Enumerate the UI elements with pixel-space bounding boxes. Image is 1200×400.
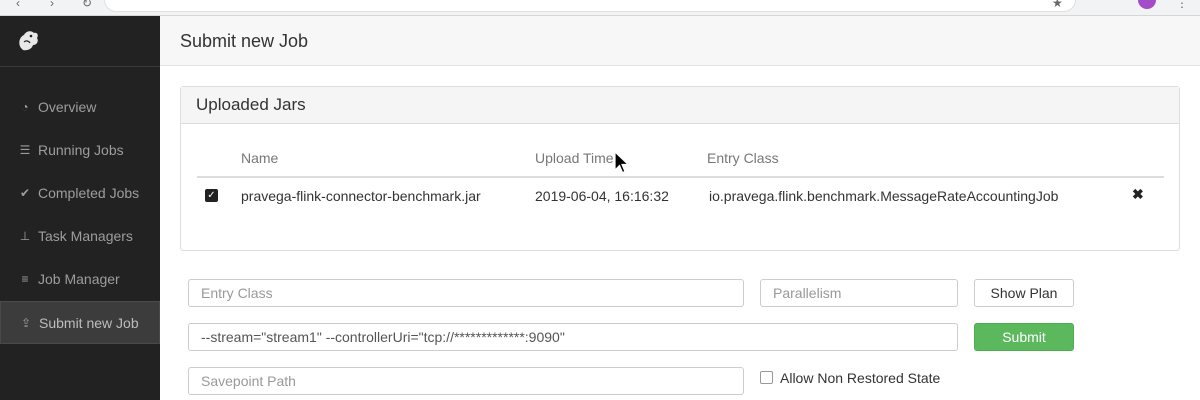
sidebar-item-label: Running Jobs xyxy=(38,142,124,158)
upload-icon: ⇪ xyxy=(20,316,32,330)
table-divider xyxy=(197,176,1164,178)
jar-upload-time: 2019-06-04, 16:16:32 xyxy=(535,188,669,204)
dashboard-icon: ◔ xyxy=(21,100,29,114)
sitemap-icon: ⊥ xyxy=(19,229,31,243)
logo-area xyxy=(0,16,160,67)
sidebar-item-label: Submit new Job xyxy=(39,315,139,331)
browser-toolbar: ‹ › ↻ ★ ⋮ xyxy=(0,0,1200,16)
sidebar: ◔ Overview ☰ Running Jobs ✔ Completed Jo… xyxy=(0,16,160,400)
page-title: Submit new Job xyxy=(180,31,309,51)
page-header: Submit new Job xyxy=(160,16,1200,66)
back-icon[interactable]: ‹ xyxy=(16,0,20,10)
sidebar-item-label: Overview xyxy=(38,99,97,115)
column-header-entry-class: Entry Class xyxy=(707,150,779,166)
list-icon: ☰ xyxy=(19,143,31,157)
parallelism-input[interactable] xyxy=(760,279,958,307)
jar-entry-class: io.pravega.flink.benchmark.MessageRateAc… xyxy=(709,188,1059,204)
sidebar-item-running-jobs[interactable]: ☰ Running Jobs xyxy=(0,129,160,172)
panel-title: Uploaded Jars xyxy=(181,87,1179,124)
allow-non-restored-checkbox[interactable] xyxy=(760,371,773,384)
forward-icon[interactable]: › xyxy=(50,0,54,10)
show-plan-button[interactable]: Show Plan xyxy=(974,279,1074,307)
sidebar-item-label: Completed Jobs xyxy=(38,185,140,201)
allow-non-restored-label: Allow Non Restored State xyxy=(780,370,941,386)
entry-class-input[interactable] xyxy=(188,279,744,307)
program-arguments-input[interactable] xyxy=(188,323,958,351)
sidebar-item-overview[interactable]: ◔ Overview xyxy=(0,86,160,129)
check-circle-icon: ✔ xyxy=(19,186,31,200)
submit-button[interactable]: Submit xyxy=(974,323,1074,351)
sidebar-item-job-manager[interactable]: ≡ Job Manager xyxy=(0,258,160,301)
uploaded-jars-panel: Uploaded Jars Name Upload Time Entry Cla… xyxy=(180,86,1180,251)
reload-icon[interactable]: ↻ xyxy=(82,0,92,10)
mouse-cursor-icon xyxy=(614,151,630,174)
profile-avatar[interactable] xyxy=(1138,0,1156,9)
address-bar[interactable] xyxy=(104,0,1076,12)
sidebar-item-submit-new-job[interactable]: ⇪ Submit new Job xyxy=(0,301,160,344)
column-header-name: Name xyxy=(241,150,279,166)
jar-select-checkbox[interactable]: ✓ xyxy=(205,189,218,202)
column-header-upload-time: Upload Time xyxy=(535,150,614,166)
sidebar-item-completed-jobs[interactable]: ✔ Completed Jobs xyxy=(0,172,160,215)
delete-icon[interactable]: ✖ xyxy=(1132,186,1144,203)
sidebar-item-label: Task Managers xyxy=(38,228,133,244)
menu-icon[interactable]: ⋮ xyxy=(1176,0,1188,10)
savepoint-path-input[interactable] xyxy=(188,367,744,395)
sidebar-nav: ◔ Overview ☰ Running Jobs ✔ Completed Jo… xyxy=(0,86,160,344)
flink-squirrel-logo[interactable] xyxy=(15,28,41,54)
jar-name: pravega-flink-connector-benchmark.jar xyxy=(241,188,481,204)
sidebar-item-label: Job Manager xyxy=(38,271,120,287)
tasks-icon: ≡ xyxy=(21,272,29,286)
sidebar-item-task-managers[interactable]: ⊥ Task Managers xyxy=(0,215,160,258)
star-icon[interactable]: ★ xyxy=(1052,0,1063,10)
